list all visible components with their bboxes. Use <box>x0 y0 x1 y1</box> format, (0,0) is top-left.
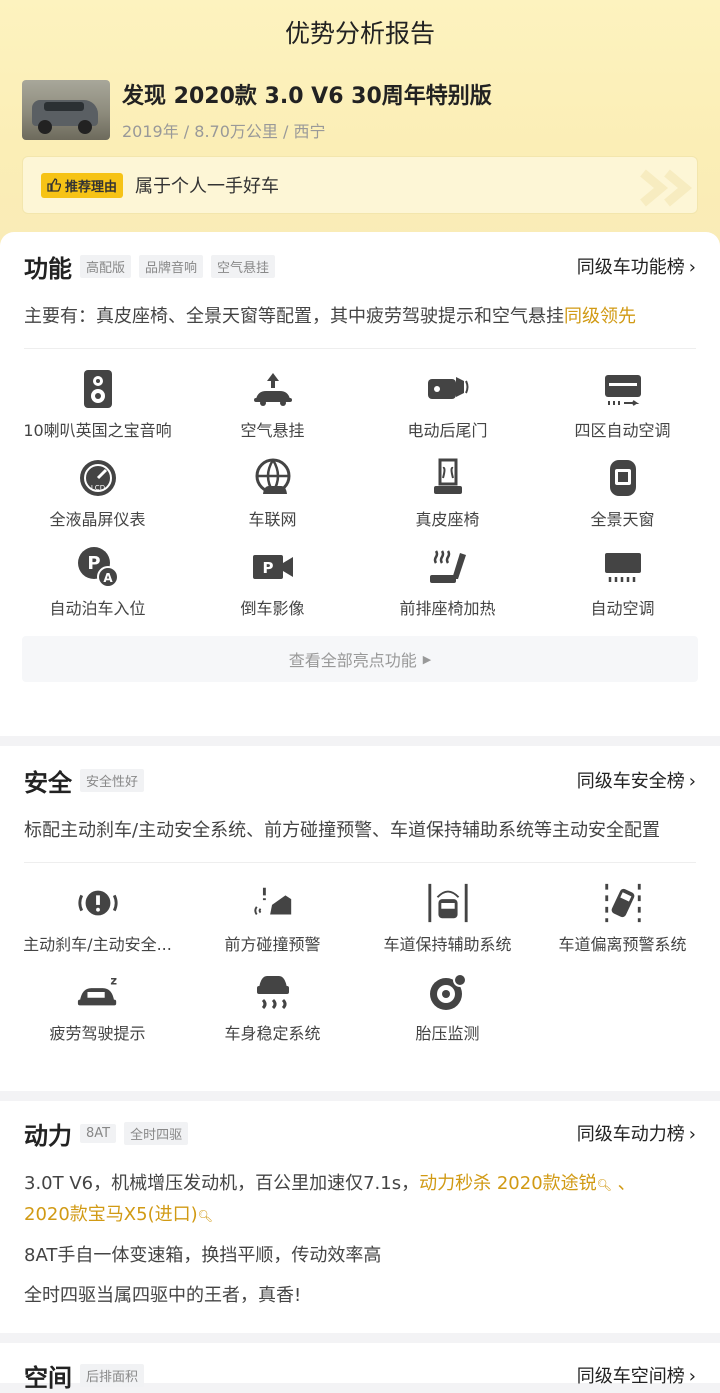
recommend-reason-text: 属于个人一手好车 <box>135 176 280 197</box>
function-description: 主要有：真皮座椅、全景天窗等配置，其中疲劳驾驶提示和空气悬挂同级领先 <box>24 306 636 327</box>
safety-ranking-link[interactable]: 同级车安全榜 › <box>577 767 696 793</box>
reverse-camera-icon: P <box>251 545 295 589</box>
feature-item: LCD 全液晶屏仪表 <box>10 452 185 541</box>
chevron-right-icon: › <box>688 1366 696 1387</box>
svg-text:z: z <box>110 973 117 987</box>
triangle-right-icon: ▶ <box>422 652 432 666</box>
feature-item: 车道偏离预警系统 <box>535 877 710 966</box>
feature-item: z 疲劳驾驶提示 <box>10 966 185 1055</box>
power-title: 动力 <box>24 1121 72 1150</box>
function-title: 功能 <box>24 254 72 283</box>
function-tag: 高配版 <box>80 254 132 278</box>
feature-item: 全景天窗 <box>535 452 710 541</box>
space-tag: 后排面积 <box>80 1363 145 1387</box>
feature-item: 真皮座椅 <box>360 452 535 541</box>
auto-ac-icon <box>601 545 645 589</box>
feature-item: P 倒车影像 <box>185 541 360 630</box>
feature-item: PA 自动泊车入位 <box>10 541 185 630</box>
lane-keep-icon <box>426 881 470 925</box>
feature-item: 车身稳定系统 <box>185 966 360 1055</box>
svg-text:P: P <box>262 559 273 577</box>
svg-text:P: P <box>87 553 100 574</box>
power-desc-transmission: 8AT手自一体变速箱，换挡平顺，传动效率高 <box>24 1245 382 1266</box>
power-tailgate-icon <box>426 367 470 411</box>
feature-item: 前排座椅加热 <box>360 541 535 630</box>
search-icon: 🔍︎ <box>596 1178 612 1192</box>
function-tag: 空气悬挂 <box>211 254 276 278</box>
safety-description: 标配主动刹车/主动安全系统、前方碰撞预警、车道保持辅助系统等主动安全配置 <box>24 820 661 841</box>
safety-section: 安全 安全性好 同级车安全榜 › 标配主动刹车/主动安全系统、前方碰撞预警、车道保… <box>0 746 720 1091</box>
chevron-right-icon: › <box>688 257 696 278</box>
feature-item: 主动刹车/主动安全... <box>10 877 185 966</box>
svg-text:A: A <box>103 571 113 585</box>
car-thumbnail <box>22 80 110 140</box>
feature-item: 四区自动空调 <box>535 363 710 452</box>
function-tag: 品牌音响 <box>139 254 204 278</box>
auto-park-icon: PA <box>76 545 120 589</box>
thumbs-up-icon <box>47 178 61 192</box>
search-icon: 🔍︎ <box>197 1209 213 1223</box>
feature-item: 10喇叭英国之宝音响 <box>10 363 185 452</box>
leather-seat-icon <box>426 456 470 500</box>
power-desc-drivetrain: 全时四驱当属四驱中的王者，真香! <box>24 1285 302 1306</box>
report-header: 优势分析报告 发现 2020款 3.0 V6 30周年特别版 2019年 / 8… <box>0 0 720 250</box>
view-all-features-button[interactable]: 查看全部亮点功能 ▶ <box>22 636 698 682</box>
recommend-reason-badge: 推荐理由 <box>41 172 124 198</box>
air-suspension-icon <box>251 367 295 411</box>
chevron-right-icon: › <box>688 771 696 792</box>
seat-heating-icon <box>426 545 470 589</box>
space-ranking-link[interactable]: 同级车空间榜 › <box>577 1362 696 1388</box>
safety-feature-grid: 主动刹车/主动安全... 前方碰撞预警 车道保持辅助系统 车道偏离预警系统 z … <box>0 863 720 1055</box>
compare-link[interactable]: 动力秒杀 2020款途锐🔍︎ <box>419 1173 612 1194</box>
function-feature-grid: 10喇叭英国之宝音响 空气悬挂 电动后尾门 四区自动空调 LCD 全液晶屏仪表 … <box>0 349 720 630</box>
power-desc-engine: 3.0T V6，机械增压发动机，百公里加速仅7.1s，动力秒杀 2020款途锐🔍… <box>24 1173 636 1225</box>
feature-item: 自动空调 <box>535 541 710 630</box>
collision-warning-icon <box>251 881 295 925</box>
feature-item: 胎压监测 <box>360 966 535 1055</box>
space-section: 空间 后排面积 同级车空间榜 › <box>0 1343 720 1392</box>
car-name: 发现 2020款 3.0 V6 30周年特别版 <box>122 84 492 109</box>
tire-pressure-icon <box>426 970 470 1014</box>
power-tag: 8AT <box>80 1123 117 1143</box>
function-section: 功能 高配版 品牌音响 空气悬挂 同级车功能榜 › 主要有：真皮座椅、全景天窗等配… <box>0 232 720 736</box>
connected-car-icon <box>251 456 295 500</box>
feature-item: 电动后尾门 <box>360 363 535 452</box>
stability-icon <box>251 970 295 1014</box>
power-ranking-link[interactable]: 同级车动力榜 › <box>577 1120 696 1146</box>
climate-4zone-icon <box>601 367 645 411</box>
svg-text:LCD: LCD <box>90 484 104 492</box>
safety-title: 安全 <box>24 768 72 797</box>
feature-item: 车道保持辅助系统 <box>360 877 535 966</box>
car-summary[interactable]: 发现 2020款 3.0 V6 30周年特别版 2019年 / 8.70万公里 … <box>22 78 492 142</box>
panoramic-roof-icon <box>601 456 645 500</box>
compare-link[interactable]: 2020款宝马X5(进口)🔍︎ <box>24 1204 213 1225</box>
safety-tag: 安全性好 <box>80 768 145 792</box>
lcd-gauge-icon: LCD <box>76 456 120 500</box>
speaker-icon <box>76 367 120 411</box>
active-brake-icon <box>76 881 120 925</box>
chevron-right-icon: › <box>688 1124 696 1145</box>
chevron-decoration-icon <box>640 169 693 207</box>
lane-departure-icon <box>601 881 645 925</box>
fatigue-alert-icon: z <box>76 970 120 1014</box>
page-title: 优势分析报告 <box>284 19 435 48</box>
space-title: 空间 <box>24 1363 72 1392</box>
recommend-reason: 推荐理由 属于个人一手好车 <box>22 156 698 214</box>
feature-item: 空气悬挂 <box>185 363 360 452</box>
car-meta: 2019年 / 8.70万公里 / 西宁 <box>122 122 326 141</box>
power-tag: 全时四驱 <box>124 1121 189 1145</box>
power-section: 动力 8AT 全时四驱 同级车动力榜 › 3.0T V6，机械增压发动机，百公里加… <box>0 1101 720 1333</box>
function-ranking-link[interactable]: 同级车功能榜 › <box>577 253 696 279</box>
feature-item: 车联网 <box>185 452 360 541</box>
feature-item: 前方碰撞预警 <box>185 877 360 966</box>
